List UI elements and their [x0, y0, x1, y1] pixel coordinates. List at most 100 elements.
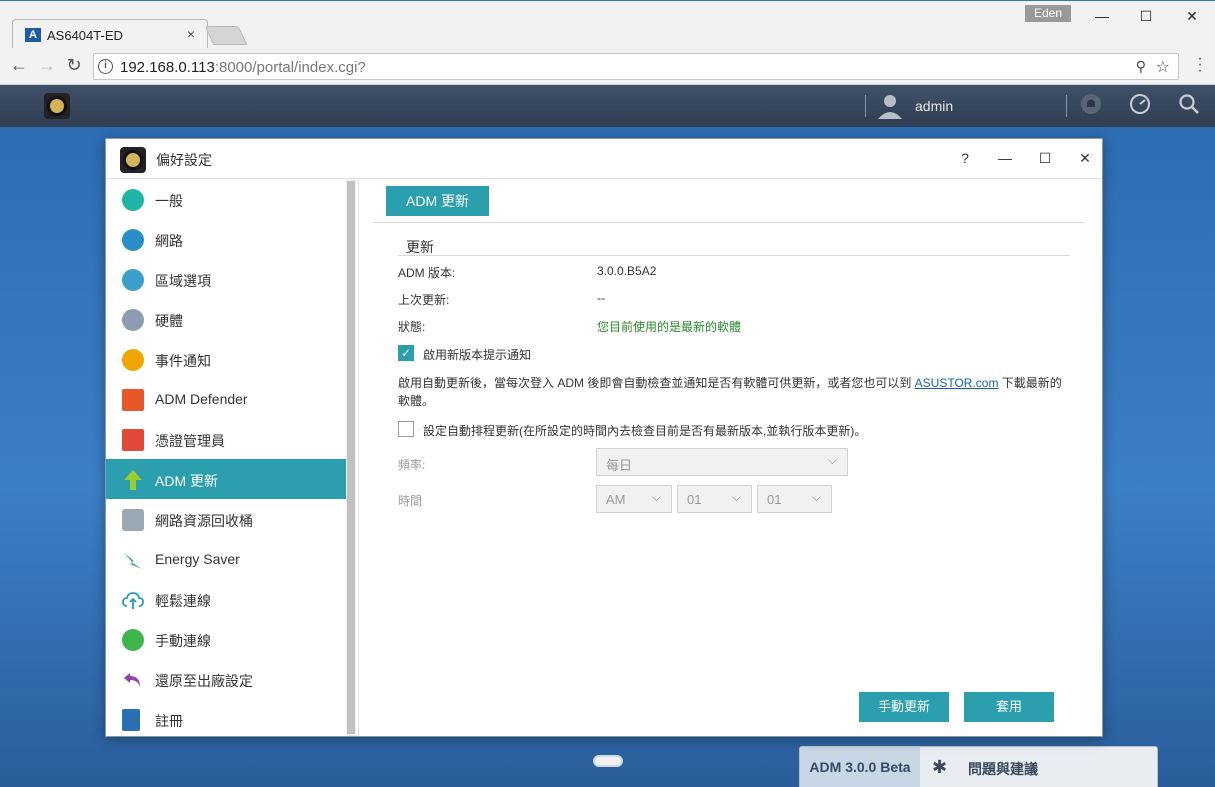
window-user-badge: Eden	[1025, 5, 1071, 22]
sidebar-item-label: 網路資源回收桶	[155, 513, 253, 529]
content-panel: ADM 更新 更新 ADM 版本: 3.0.0.B5A2 上次更新: -- 狀態…	[358, 179, 1102, 736]
status-label: 狀態:	[398, 320, 426, 334]
username-label[interactable]: admin	[915, 98, 953, 114]
adm-version-label: ADM 3.0.0 Beta	[800, 747, 920, 787]
hour-select[interactable]: 01 ⌵	[677, 485, 752, 513]
sidebar-item-label: 還原至出廠設定	[155, 673, 253, 689]
bug-icon[interactable]: ✱	[932, 757, 947, 778]
adm-taskbar: admin	[0, 85, 1215, 127]
window-close-button[interactable]: ✕	[1174, 5, 1210, 27]
window-title: 偏好設定	[156, 152, 212, 168]
asustor-link[interactable]: ASUSTOR.com	[915, 376, 999, 390]
preferences-window: 偏好設定 ? — ☐ ✕ 一般 網路 區域選項 硬體 事件通知 ADM Defe…	[105, 138, 1103, 737]
general-icon	[122, 189, 144, 211]
user-icon[interactable]	[877, 93, 903, 119]
preferences-icon[interactable]	[44, 93, 70, 119]
feedback-link[interactable]: 問題與建議	[968, 759, 1038, 779]
dashboard-icon[interactable]	[1127, 93, 1153, 119]
address-bar[interactable]: i 192.168.0.113:8000/portal/index.cgi? ⚲…	[93, 53, 1179, 80]
back-arrow-icon[interactable]: ←	[8, 55, 30, 76]
sidebar-item-label: ADM 更新	[155, 473, 218, 489]
cloud-upload-icon	[122, 592, 144, 609]
window-header: 偏好設定 ? — ☐ ✕	[106, 139, 1102, 179]
sidebar-item-label: 憑證管理員	[155, 433, 225, 449]
sidebar-item-hardware[interactable]: 硬體	[106, 299, 346, 339]
sidebar-item-certificate[interactable]: 憑證管理員	[106, 419, 346, 459]
sidebar-item-region[interactable]: 區域選項	[106, 259, 346, 299]
sidebar-item-network[interactable]: 網路	[106, 219, 346, 259]
sidebar-item-general[interactable]: 一般	[106, 179, 346, 219]
notify-checkbox-label[interactable]: 啟用新版本提示通知	[423, 346, 531, 363]
ampm-value: AM	[606, 492, 626, 507]
notification-icon	[122, 349, 144, 371]
notification-bell-icon[interactable]	[1078, 93, 1104, 119]
sidebar-item-label: Energy Saver	[155, 551, 240, 567]
certificate-icon	[122, 429, 144, 451]
new-tab-button[interactable]	[204, 26, 248, 45]
browser-titlebar: A AS6404T-ED × Eden — ☐ ✕	[0, 0, 1215, 49]
separator	[1066, 95, 1067, 117]
schedule-checkbox[interactable]	[398, 421, 414, 437]
settings-sidebar: 一般 網路 區域選項 硬體 事件通知 ADM Defender 憑證管理員 AD…	[106, 179, 346, 736]
update-arrow-icon	[124, 470, 142, 490]
scrollbar-thumb[interactable]	[347, 181, 355, 734]
hour-value: 01	[687, 492, 702, 507]
sidebar-item-label: 一般	[155, 193, 183, 209]
sidebar-item-easy-connect[interactable]: 輕鬆連線	[106, 579, 346, 619]
dock-handle[interactable]	[593, 755, 623, 767]
hardware-icon	[122, 309, 144, 331]
tab-adm-update[interactable]: ADM 更新	[386, 186, 489, 216]
window-minimize-button[interactable]: —	[1084, 5, 1120, 27]
last-update-label: 上次更新:	[398, 293, 450, 307]
window-maximize-button[interactable]: ☐	[1128, 5, 1164, 27]
reload-icon[interactable]: ↻	[63, 55, 85, 76]
info-widget: ADM 3.0.0 Beta ✱ 問題與建議	[799, 746, 1158, 787]
apply-button[interactable]: 套用	[964, 692, 1054, 722]
network-globe-icon	[122, 229, 144, 251]
sidebar-item-energy-saver[interactable]: Energy Saver	[106, 539, 346, 579]
ampm-select[interactable]: AM ⌵	[596, 485, 672, 513]
tab-close-icon[interactable]: ×	[187, 26, 195, 42]
url-text[interactable]: 192.168.0.113:8000/portal/index.cgi?	[120, 59, 366, 76]
sidebar-item-manual-connect[interactable]: 手動連線	[106, 619, 346, 659]
chevron-down-icon: ⌵	[811, 490, 821, 504]
search-icon[interactable]	[1176, 93, 1202, 119]
frequency-select[interactable]: 每日 ⌵	[596, 448, 848, 476]
browser-tab[interactable]: A AS6404T-ED ×	[12, 19, 208, 49]
close-button[interactable]: ✕	[1070, 145, 1100, 171]
separator	[865, 95, 866, 117]
firewall-icon	[122, 389, 144, 411]
asustor-favicon-icon: A	[25, 28, 41, 42]
sidebar-item-label: 註冊	[155, 713, 183, 729]
forward-arrow-icon[interactable]: →	[36, 55, 58, 76]
adm-version-label: ADM 版本:	[398, 266, 456, 280]
minute-select[interactable]: 01 ⌵	[757, 485, 832, 513]
region-icon	[122, 269, 144, 291]
help-button[interactable]: ?	[950, 145, 980, 171]
sidebar-item-register[interactable]: 註冊	[106, 699, 346, 739]
manual-connect-icon	[122, 629, 144, 651]
maximize-button[interactable]: ☐	[1030, 145, 1060, 171]
manual-update-button[interactable]: 手動更新	[859, 692, 949, 722]
energy-icon	[124, 553, 142, 569]
sidebar-item-notification[interactable]: 事件通知	[106, 339, 346, 379]
last-update-value: --	[597, 291, 605, 305]
status-value: 您目前使用的是最新的軟體	[597, 320, 742, 334]
chevron-down-icon: ⌵	[827, 453, 837, 467]
minimize-button[interactable]: —	[990, 145, 1020, 171]
browser-menu-icon[interactable]: · · ·	[1195, 51, 1205, 79]
auto-update-description: 啟用自動更新後，當每次登入 ADM 後即會自動檢查並通知是否有軟體可供更新，或者…	[398, 376, 1062, 408]
chevron-down-icon: ⌵	[651, 490, 661, 504]
sidebar-scrollbar[interactable]	[346, 179, 356, 736]
sidebar-item-label: 硬體	[155, 313, 183, 329]
key-icon[interactable]: ⚲	[1136, 58, 1146, 75]
sidebar-item-label: 區域選項	[155, 273, 211, 289]
notify-checkbox[interactable]: ✓	[398, 345, 414, 361]
sidebar-item-recycle-bin[interactable]: 網路資源回收桶	[106, 499, 346, 539]
sidebar-item-adm-update[interactable]: ADM 更新	[106, 459, 346, 499]
sidebar-item-restore[interactable]: 還原至出廠設定	[106, 659, 346, 699]
sidebar-item-adm-defender[interactable]: ADM Defender	[106, 379, 346, 419]
bookmark-star-icon[interactable]: ☆	[1156, 57, 1170, 77]
schedule-checkbox-label[interactable]: 設定自動排程更新(在所設定的時間內去檢查目前是否有最新版本,並執行版本更新)。	[423, 422, 866, 439]
site-info-icon[interactable]: i	[98, 59, 113, 74]
